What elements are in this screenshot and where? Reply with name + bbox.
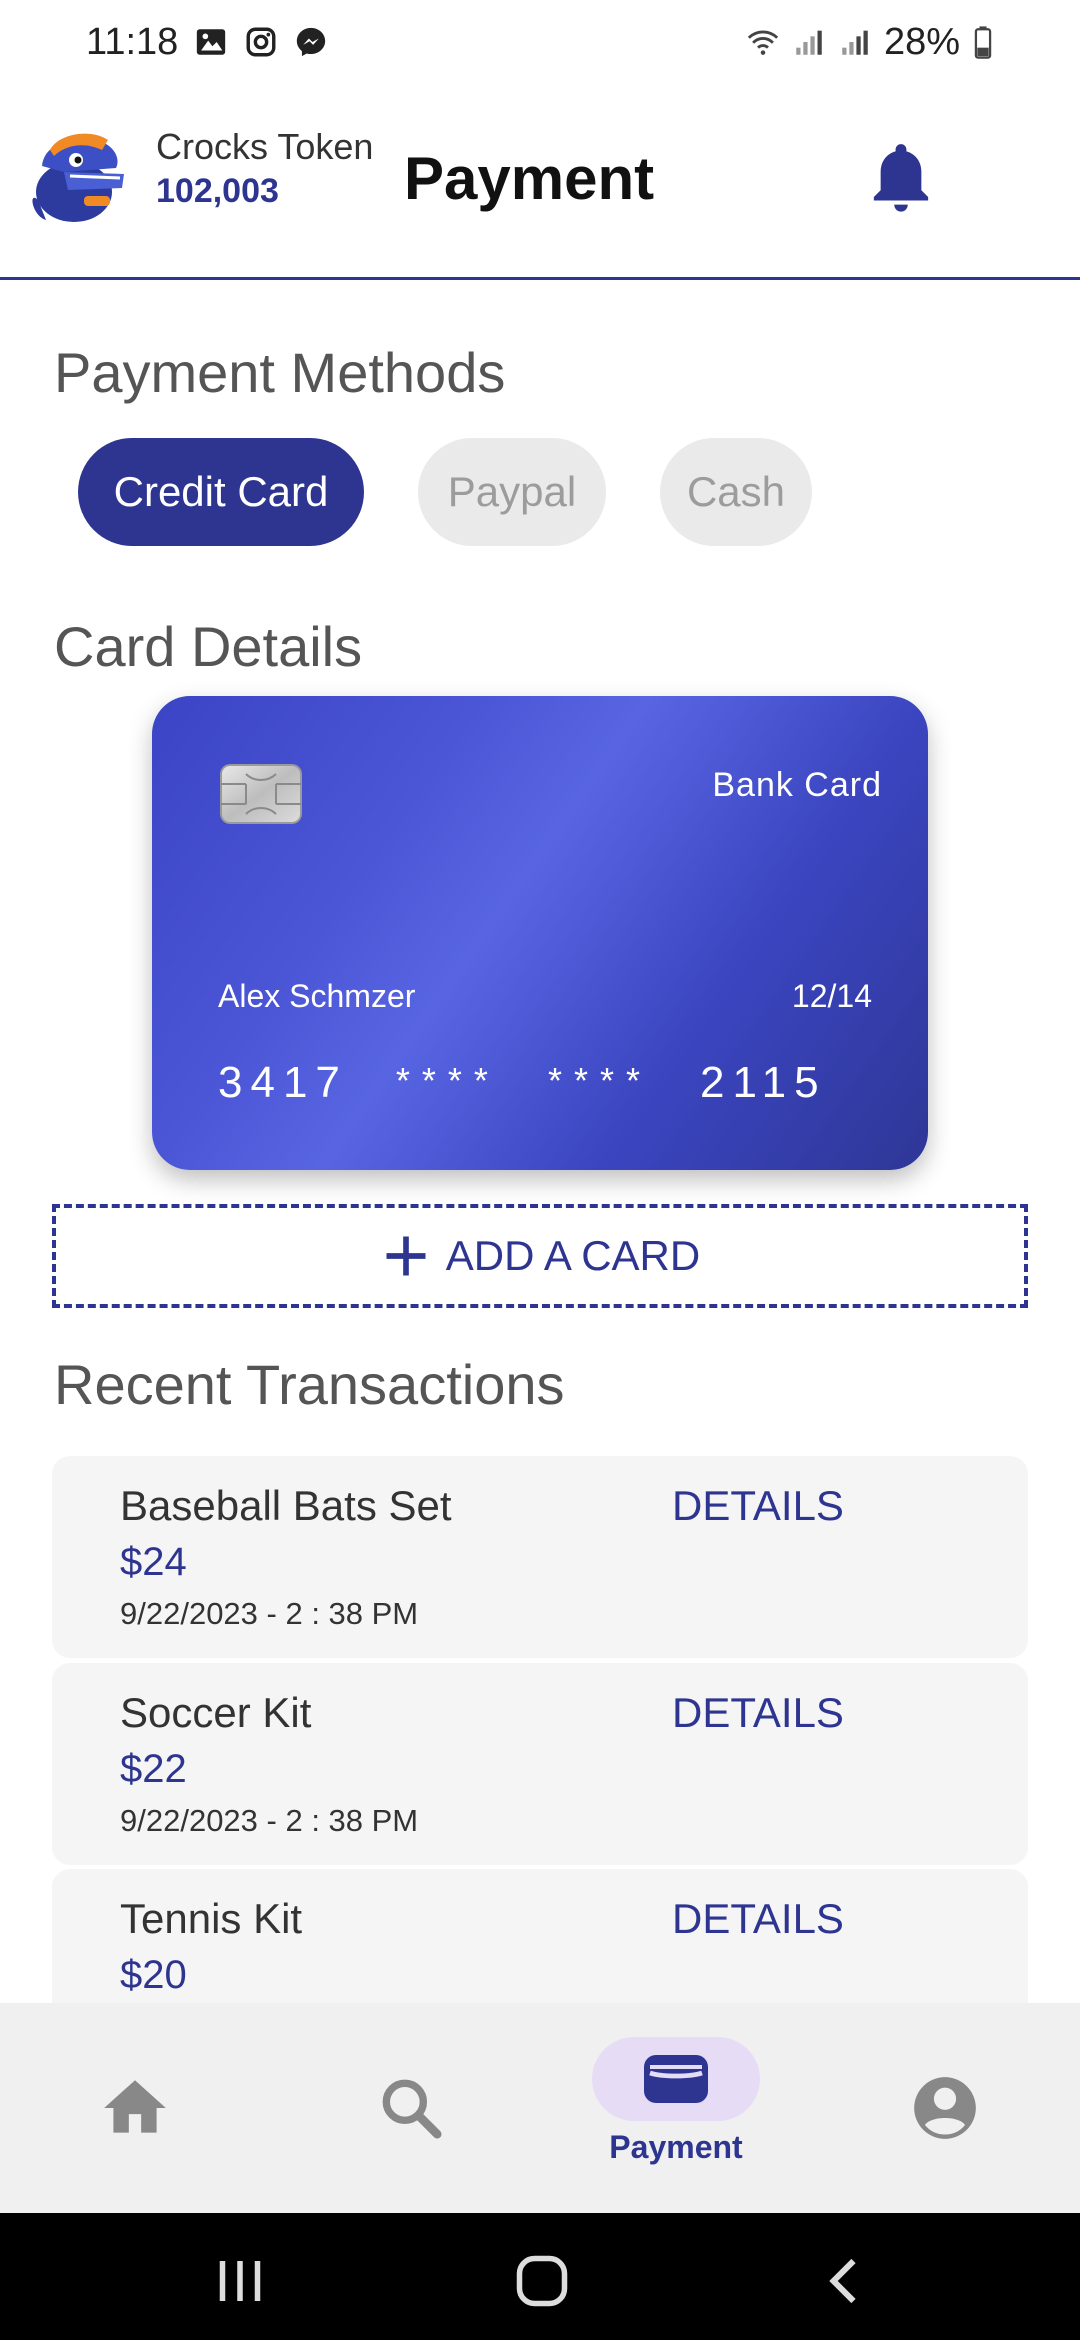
signal-icon (842, 30, 868, 55)
transaction-date: 9/22/2023 - 2 : 38 PM (120, 1803, 419, 1838)
card-brand: Bank Card (712, 766, 882, 804)
card-chip-icon (220, 764, 302, 824)
instagram-icon (246, 27, 276, 57)
status-bar: 11:18 28% (0, 0, 1080, 84)
recent-apps-icon[interactable] (210, 2251, 270, 2311)
payment-methods-title: Payment Methods (54, 341, 506, 404)
token-value: 102,003 (156, 172, 279, 210)
nav-home[interactable] (90, 2003, 180, 2213)
nav-payment[interactable]: Payment (592, 2003, 760, 2213)
card-number-mask: **** (547, 1060, 652, 1101)
details-button[interactable]: DETAILS (672, 1482, 844, 1530)
home-icon (104, 2080, 166, 2133)
transaction-item: Baseball Bats Set $24 9/22/2023 - 2 : 38… (52, 1456, 1028, 1658)
bottom-nav: Payment (0, 2003, 1080, 2213)
status-left: 11:18 (86, 21, 328, 64)
transaction-price: $24 (120, 1540, 187, 1584)
battery-percent: 28% (883, 20, 960, 63)
wifi-icon (747, 30, 779, 55)
card-number-last: 2115 (699, 1058, 827, 1107)
chip-credit-card[interactable]: Credit Card (78, 438, 364, 546)
system-nav-bar (0, 2213, 1080, 2340)
add-card-label: ADD A CARD (445, 1232, 701, 1279)
transaction-item: Soccer Kit $22 9/22/2023 - 2 : 38 PM DET… (52, 1663, 1028, 1865)
add-card-button[interactable]: ADD A CARD (52, 1204, 1028, 1308)
recent-transactions-title: Recent Transactions (54, 1353, 565, 1416)
profile-icon (914, 2077, 976, 2139)
bank-card[interactable]: Bank Card Alex Schmzer 12/14 3417 **** *… (152, 696, 928, 1170)
nav-active-indicator (592, 2037, 760, 2121)
bell-icon[interactable] (868, 140, 934, 216)
transaction-price: $22 (120, 1747, 187, 1791)
battery-icon (974, 26, 992, 59)
status-right: 28% (746, 21, 994, 64)
details-button[interactable]: DETAILS (672, 1689, 844, 1737)
search-icon (382, 2079, 442, 2139)
gallery-icon (197, 29, 226, 55)
token-box: Crocks Token 102,003 (156, 126, 373, 211)
page-title: Payment (404, 145, 655, 212)
transaction-name: Soccer Kit (120, 1689, 312, 1736)
transaction-name: Tennis Kit (120, 1895, 303, 1942)
token-label: Crocks Token (156, 126, 374, 167)
messenger-icon (297, 27, 326, 57)
status-time: 11:18 (86, 20, 179, 63)
transaction-price: $20 (120, 1953, 187, 1997)
card-number-mask: **** (395, 1060, 500, 1101)
payment-method-chips: Credit Card Paypal Cash (78, 438, 812, 546)
details-button[interactable]: DETAILS (672, 1895, 844, 1943)
card-holder-name: Alex Schmzer (218, 978, 416, 1014)
chip-paypal[interactable]: Paypal (418, 438, 606, 546)
card-number-first: 3417 (218, 1058, 348, 1107)
card-details-title: Card Details (54, 615, 363, 678)
nav-search[interactable] (366, 2003, 456, 2213)
nav-payment-label: Payment (609, 2129, 743, 2165)
transaction-date: 9/22/2023 - 2 : 38 PM (120, 1596, 419, 1631)
home-button-icon[interactable] (512, 2251, 572, 2311)
back-icon[interactable] (816, 2251, 876, 2311)
plus-icon (386, 1236, 426, 1276)
app-header: Crocks Token 102,003 Payment (0, 100, 1080, 280)
chip-cash[interactable]: Cash (660, 438, 812, 546)
signal-icon (796, 30, 822, 55)
wallet-icon (644, 2055, 708, 2103)
nav-profile[interactable] (900, 2003, 990, 2213)
card-number: 3417 **** **** 2115 (218, 1058, 827, 1108)
card-expiry: 12/14 (791, 978, 872, 1014)
transaction-name: Baseball Bats Set (120, 1482, 452, 1529)
crocodile-logo (32, 133, 124, 222)
